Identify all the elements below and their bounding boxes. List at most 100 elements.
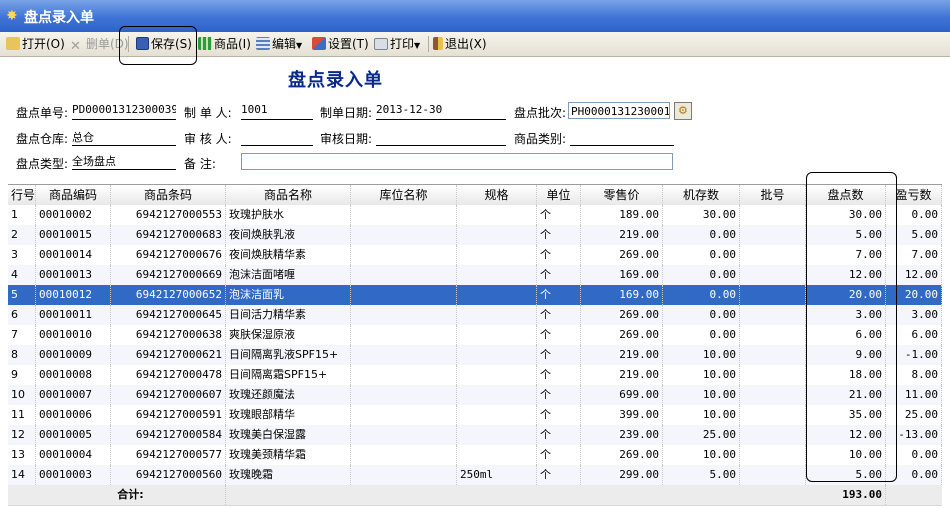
cell-barcode[interactable]: 6942127000621 bbox=[111, 345, 226, 365]
cell-item-code[interactable]: 00010006 bbox=[36, 405, 111, 425]
cell-barcode[interactable]: 6942127000560 bbox=[111, 465, 226, 485]
cell-item-name[interactable]: 爽肤保湿原液 bbox=[226, 325, 351, 345]
cell-row-no[interactable]: 1 bbox=[8, 205, 36, 225]
cell-spec[interactable] bbox=[457, 325, 537, 345]
cell-count-qty[interactable]: 9.00 bbox=[806, 345, 886, 365]
cell-count-qty[interactable]: 7.00 bbox=[806, 245, 886, 265]
cell-item-code[interactable]: 00010013 bbox=[36, 265, 111, 285]
cell-item-name[interactable]: 玫瑰还颜魔法 bbox=[226, 385, 351, 405]
cell-row-no[interactable]: 7 bbox=[8, 325, 36, 345]
type-field[interactable]: 全场盘点 bbox=[72, 153, 176, 170]
cell-retail-price[interactable]: 269.00 bbox=[581, 305, 663, 325]
cell-row-no[interactable]: 10 bbox=[8, 385, 36, 405]
review-date-field[interactable] bbox=[376, 129, 506, 146]
table-row[interactable]: 13 00010004 6942127000577 玫瑰美颈精华霜个 269.00 10.… bbox=[8, 445, 942, 466]
cell-stock-qty[interactable]: 25.00 bbox=[663, 425, 740, 445]
cell-count-qty[interactable]: 21.00 bbox=[806, 385, 886, 405]
cell-count-qty[interactable]: 35.00 bbox=[806, 405, 886, 425]
cell-row-no[interactable]: 3 bbox=[8, 245, 36, 265]
cell-unit[interactable]: 个 bbox=[537, 245, 581, 265]
cell-batch-no[interactable] bbox=[740, 305, 806, 325]
column-header[interactable]: 零售价 bbox=[581, 185, 663, 205]
cell-diff-qty[interactable]: 0.00 bbox=[886, 205, 942, 225]
cell-item-code[interactable]: 00010007 bbox=[36, 385, 111, 405]
cell-diff-qty[interactable]: 25.00 bbox=[886, 405, 942, 425]
cell-spec[interactable] bbox=[457, 205, 537, 225]
cell-spec[interactable] bbox=[457, 265, 537, 285]
cell-location[interactable] bbox=[351, 345, 457, 365]
cell-retail-price[interactable]: 699.00 bbox=[581, 385, 663, 405]
cell-barcode[interactable]: 6942127000584 bbox=[111, 425, 226, 445]
cell-spec[interactable] bbox=[457, 345, 537, 365]
cell-barcode[interactable]: 6942127000577 bbox=[111, 445, 226, 465]
cell-item-code[interactable]: 00010002 bbox=[36, 205, 111, 225]
cell-item-name[interactable]: 玫瑰晚霜 bbox=[226, 465, 351, 485]
cell-diff-qty[interactable]: 6.00 bbox=[886, 325, 942, 345]
cell-retail-price[interactable]: 219.00 bbox=[581, 365, 663, 385]
cell-retail-price[interactable]: 189.00 bbox=[581, 205, 663, 225]
cell-barcode[interactable]: 6942127000638 bbox=[111, 325, 226, 345]
cell-unit[interactable]: 个 bbox=[537, 305, 581, 325]
delete-button[interactable]: ✕ 删单(D) bbox=[70, 35, 129, 53]
cell-item-name[interactable]: 日间隔离霜SPF15+ bbox=[226, 365, 351, 385]
warehouse-field[interactable]: 总仓 bbox=[72, 129, 176, 146]
cell-location[interactable] bbox=[351, 425, 457, 445]
cell-retail-price[interactable]: 269.00 bbox=[581, 445, 663, 465]
cell-barcode[interactable]: 6942127000645 bbox=[111, 305, 226, 325]
cell-location[interactable] bbox=[351, 225, 457, 245]
table-row[interactable]: 9 00010008 6942127000478 日间隔离霜SPF15+ 个 219.00… bbox=[8, 365, 942, 386]
create-date-field[interactable]: 2013-12-30 bbox=[376, 103, 506, 120]
cell-stock-qty[interactable]: 0.00 bbox=[663, 245, 740, 265]
cell-item-name[interactable]: 夜间焕肤精华素 bbox=[226, 245, 351, 265]
cell-unit[interactable]: 个 bbox=[537, 265, 581, 285]
cell-spec[interactable] bbox=[457, 385, 537, 405]
cell-unit[interactable]: 个 bbox=[537, 325, 581, 345]
cell-stock-qty[interactable]: 10.00 bbox=[663, 345, 740, 365]
column-header[interactable]: 单位 bbox=[537, 185, 581, 205]
table-row[interactable]: 14 00010003 6942127000560 玫瑰晚霜 250ml 个 299.00 5… bbox=[8, 465, 942, 486]
cell-retail-price[interactable]: 239.00 bbox=[581, 425, 663, 445]
order-no-field[interactable]: PD00001312300039 bbox=[72, 103, 176, 120]
reviewer-field[interactable] bbox=[241, 129, 313, 146]
cell-count-qty[interactable]: 5.00 bbox=[806, 225, 886, 245]
cell-unit[interactable]: 个 bbox=[537, 465, 581, 485]
cell-row-no[interactable]: 2 bbox=[8, 225, 36, 245]
column-header[interactable]: 商品名称 bbox=[226, 185, 351, 205]
column-header[interactable]: 盈亏数 bbox=[886, 185, 942, 205]
column-header[interactable]: 行号 bbox=[8, 185, 36, 205]
cell-row-no[interactable]: 5 bbox=[8, 285, 36, 305]
category-field[interactable] bbox=[570, 129, 674, 146]
cell-stock-qty[interactable]: 10.00 bbox=[663, 445, 740, 465]
cell-stock-qty[interactable]: 10.00 bbox=[663, 385, 740, 405]
cell-item-name[interactable]: 玫瑰美颈精华霜 bbox=[226, 445, 351, 465]
cell-batch-no[interactable] bbox=[740, 445, 806, 465]
cell-count-qty[interactable]: 10.00 bbox=[806, 445, 886, 465]
cell-spec[interactable] bbox=[457, 405, 537, 425]
cell-spec[interactable] bbox=[457, 445, 537, 465]
cell-spec[interactable] bbox=[457, 365, 537, 385]
cell-retail-price[interactable]: 269.00 bbox=[581, 325, 663, 345]
cell-unit[interactable]: 个 bbox=[537, 225, 581, 245]
cell-barcode[interactable]: 6942127000478 bbox=[111, 365, 226, 385]
cell-count-qty[interactable]: 6.00 bbox=[806, 325, 886, 345]
cell-item-code[interactable]: 00010012 bbox=[36, 285, 111, 305]
cell-retail-price[interactable]: 219.00 bbox=[581, 345, 663, 365]
table-row[interactable]: 5 00010012 6942127000652 泡沫洁面乳 个 169.00 0.00 20… bbox=[8, 285, 942, 306]
table-row[interactable]: 10 00010007 6942127000607 玫瑰还颜魔法 个 699.00 10.0… bbox=[8, 385, 942, 406]
goods-button[interactable]: 商品(I) bbox=[198, 35, 251, 53]
batch-field[interactable]: PH00001312300015 bbox=[568, 102, 670, 119]
cell-spec[interactable] bbox=[457, 305, 537, 325]
cell-diff-qty[interactable]: -13.00 bbox=[886, 425, 942, 445]
cell-item-name[interactable]: 泡沫洁面乳 bbox=[226, 285, 351, 305]
cell-item-name[interactable]: 玫瑰美白保湿露 bbox=[226, 425, 351, 445]
column-header[interactable]: 商品条码 bbox=[111, 185, 226, 205]
cell-item-name[interactable]: 日间活力精华素 bbox=[226, 305, 351, 325]
cell-item-code[interactable]: 00010015 bbox=[36, 225, 111, 245]
cell-stock-qty[interactable]: 0.00 bbox=[663, 265, 740, 285]
cell-batch-no[interactable] bbox=[740, 385, 806, 405]
column-header[interactable]: 库位名称 bbox=[351, 185, 457, 205]
cell-row-no[interactable]: 8 bbox=[8, 345, 36, 365]
table-row[interactable]: 7 00010010 6942127000638 爽肤保湿原液 个 269.00 0.00 6… bbox=[8, 325, 942, 346]
cell-stock-qty[interactable]: 0.00 bbox=[663, 225, 740, 245]
cell-unit[interactable]: 个 bbox=[537, 385, 581, 405]
